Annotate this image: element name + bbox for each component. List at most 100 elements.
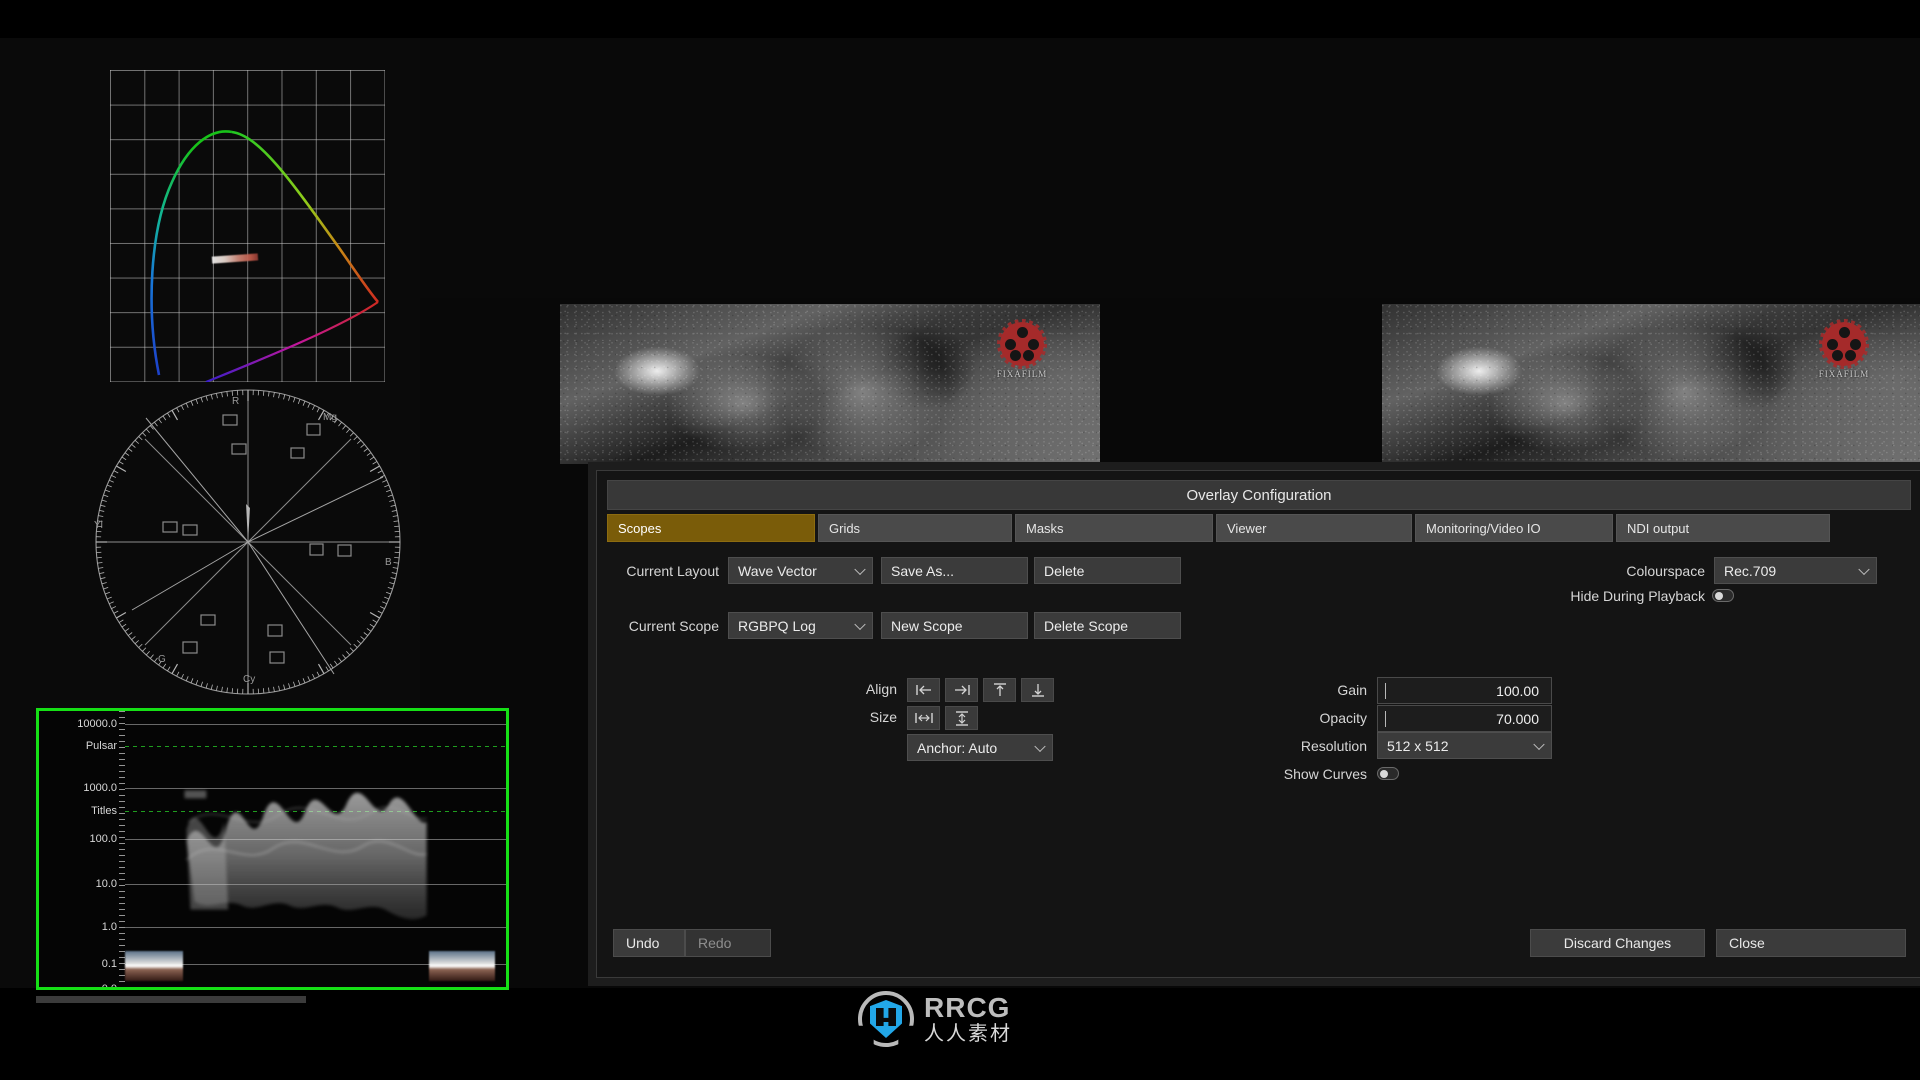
- vectorscope-label-Cy: Cy: [243, 674, 256, 685]
- colourspace-select[interactable]: Rec.709: [1714, 557, 1877, 584]
- close-button[interactable]: Close: [1716, 929, 1906, 957]
- discard-label: Discard Changes: [1563, 935, 1672, 951]
- waveform-black-level-left: [125, 951, 183, 981]
- tab-label: Masks: [1026, 520, 1064, 536]
- align-right-button[interactable]: [945, 678, 978, 702]
- new-scope-label: New Scope: [891, 617, 963, 634]
- delete-layout-button[interactable]: Delete: [1034, 557, 1181, 584]
- undo-button[interactable]: Undo: [613, 929, 685, 957]
- align-top-icon: [993, 683, 1006, 696]
- save-as-button[interactable]: Save As...: [881, 557, 1028, 584]
- vectorscope-label-G: G: [158, 654, 166, 665]
- align-label: Align: [865, 681, 897, 697]
- current-scope-value: RGBPQ Log: [738, 617, 816, 634]
- y-tick: 0.1: [101, 958, 117, 970]
- y-tick: Titles: [91, 805, 117, 817]
- show-curves-label: Show Curves: [1283, 766, 1367, 782]
- tab-masks[interactable]: Masks: [1015, 514, 1213, 542]
- y-tick: 1000.0: [83, 782, 117, 794]
- scopes-form: Current Layout Wave Vector Save As... De…: [597, 557, 1920, 907]
- text-cursor: [1385, 683, 1386, 699]
- chevron-down-icon: [1034, 740, 1046, 752]
- fixafilm-label: FIXAFILM: [996, 369, 1048, 379]
- y-tick: Pulsar: [85, 740, 117, 752]
- tab-label: Grids: [829, 520, 861, 536]
- current-layout-select[interactable]: Wave Vector: [728, 557, 873, 584]
- resolution-select[interactable]: 512 x 512: [1377, 732, 1552, 759]
- undo-label: Undo: [626, 935, 660, 951]
- size-label: Size: [869, 709, 897, 725]
- video-preview-left[interactable]: FIXAFILM: [560, 304, 1100, 464]
- y-tick: 1.0: [101, 921, 117, 933]
- dialog-footer: Undo Redo Discard Changes Close: [597, 907, 1920, 977]
- opacity-value: 70.000: [1496, 710, 1539, 727]
- gain-value: 100.00: [1496, 682, 1539, 699]
- vectorscope-graticule: [95, 389, 401, 695]
- anchor-select[interactable]: Anchor: Auto: [907, 734, 1053, 761]
- vectorscope[interactable]: R Mg B Cy G Yl: [88, 382, 408, 702]
- delete-label: Delete: [1044, 562, 1085, 579]
- tab-ndi-output[interactable]: NDI output: [1616, 514, 1830, 542]
- resolution-label: Resolution: [1300, 738, 1367, 754]
- current-scope-select[interactable]: RGBPQ Log: [728, 612, 873, 639]
- save-as-label: Save As...: [891, 562, 955, 579]
- align-left-button[interactable]: [907, 678, 940, 702]
- vectorscope-label-Mg: Mg: [323, 412, 337, 423]
- y-tick: 10000.0: [77, 718, 117, 730]
- opacity-label: Opacity: [1319, 710, 1367, 726]
- waveform-scope[interactable]: 10000.0 Pulsar 1000.0 Titles 100.0 10.0 …: [36, 708, 509, 990]
- chevron-down-icon: [1858, 563, 1870, 575]
- resolution-value: 512 x 512: [1387, 737, 1449, 754]
- film-reel-icon: [997, 319, 1047, 369]
- y-tick: 10.0: [95, 878, 117, 890]
- gain-label: Gain: [1337, 682, 1367, 698]
- hide-during-playback-label: Hide During Playback: [1570, 588, 1705, 604]
- vectorscope-label-R: R: [232, 396, 240, 407]
- current-layout-label: Current Layout: [626, 563, 719, 579]
- align-bottom-icon: [1031, 684, 1044, 697]
- tab-label: Monitoring/Video IO: [1426, 520, 1541, 536]
- waveform-plot: [125, 711, 506, 987]
- vectorscope-label-B: B: [385, 557, 392, 568]
- new-scope-button[interactable]: New Scope: [881, 612, 1028, 639]
- align-top-button[interactable]: [983, 678, 1016, 702]
- fit-height-icon: [955, 710, 968, 726]
- video-preview-right[interactable]: FIXAFILM: [1382, 304, 1920, 464]
- gain-input[interactable]: 100.00: [1377, 677, 1552, 704]
- film-reel-icon: [1819, 319, 1869, 369]
- discard-changes-button[interactable]: Discard Changes: [1530, 929, 1705, 957]
- tab-label: Scopes: [618, 520, 662, 536]
- opacity-input[interactable]: 70.000: [1377, 705, 1552, 732]
- align-right-icon: [954, 685, 970, 695]
- screen: FIXAFILM FIXAFILM R Mg B Cy G Yl 10000.0…: [0, 0, 1920, 1080]
- dialog-title: Overlay Configuration: [607, 480, 1911, 510]
- fit-width-button[interactable]: [907, 706, 940, 730]
- y-tick: 100.0: [89, 833, 117, 845]
- close-label: Close: [1729, 935, 1765, 951]
- tab-scopes[interactable]: Scopes: [607, 514, 815, 542]
- tab-viewer[interactable]: Viewer: [1216, 514, 1412, 542]
- tab-grids[interactable]: Grids: [818, 514, 1012, 542]
- fixafilm-label: FIXAFILM: [1818, 369, 1870, 379]
- cie-chromaticity-scope[interactable]: [110, 70, 385, 382]
- colourspace-value: Rec.709: [1724, 562, 1777, 579]
- hide-during-playback-toggle[interactable]: [1712, 589, 1734, 602]
- waveform-y-axis: 10000.0 Pulsar 1000.0 Titles 100.0 10.0 …: [39, 711, 125, 987]
- align-bottom-button[interactable]: [1021, 678, 1054, 702]
- dialog-tabbar: Scopes Grids Masks Viewer Monitoring/Vid…: [607, 514, 1911, 542]
- rrcg-logo-icon: [858, 991, 914, 1047]
- align-left-icon: [915, 685, 931, 695]
- delete-scope-button[interactable]: Delete Scope: [1034, 612, 1181, 639]
- panel-scrollbar[interactable]: [36, 996, 306, 1003]
- fit-width-icon: [914, 713, 933, 723]
- rrcg-watermark: RRCG 人人素材: [858, 988, 1058, 1050]
- redo-button[interactable]: Redo: [685, 929, 771, 957]
- fit-height-button[interactable]: [945, 706, 978, 730]
- vectorscope-label-Yl: Yl: [94, 520, 103, 531]
- show-curves-toggle[interactable]: [1377, 767, 1399, 780]
- tab-monitoring-video-io[interactable]: Monitoring/Video IO: [1415, 514, 1613, 542]
- redo-label: Redo: [698, 935, 732, 951]
- rrcg-latin-label: RRCG: [924, 991, 1011, 1023]
- tab-label: NDI output: [1627, 520, 1690, 536]
- overlay-configuration-dialog: Overlay Configuration Scopes Grids Masks…: [596, 470, 1920, 978]
